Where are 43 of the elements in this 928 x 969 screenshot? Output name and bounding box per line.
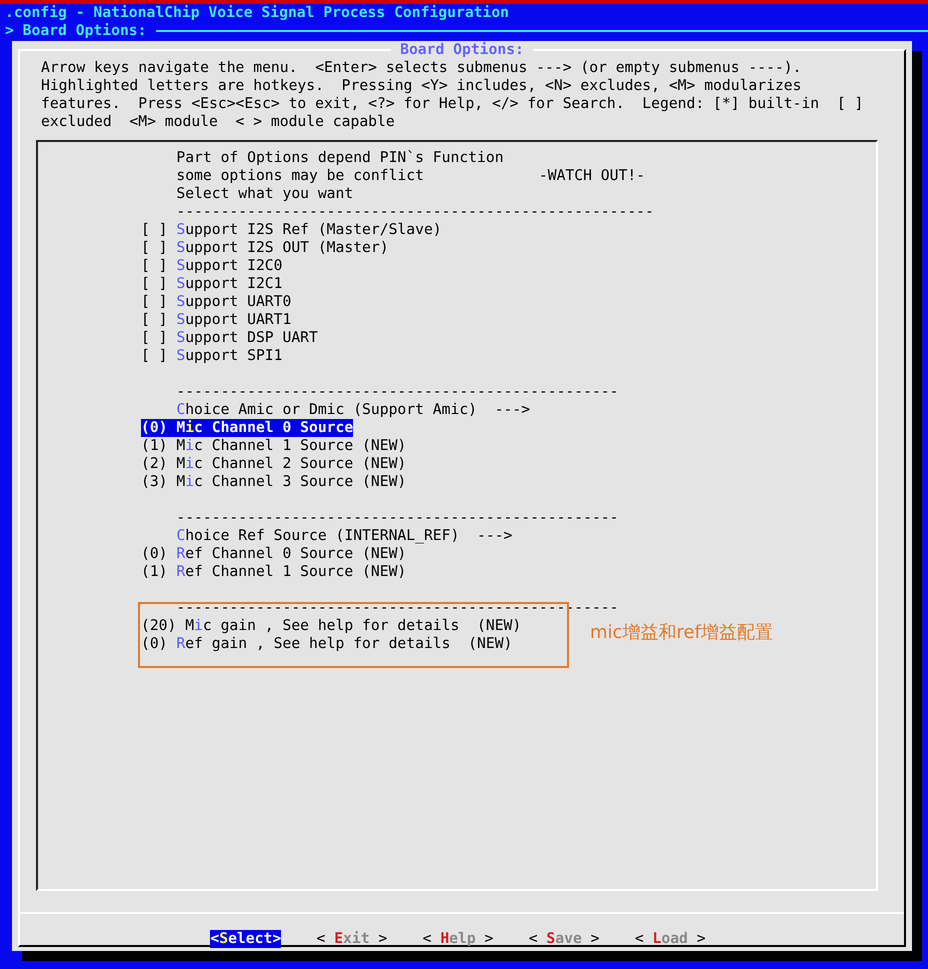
menu-button[interactable]: < Exit > xyxy=(316,930,388,948)
breadcrumb: > Board Options: xyxy=(4,22,146,40)
menu-item[interactable]: [ ] Support I2C0 xyxy=(141,257,282,275)
menu-item[interactable]: [ ] Support UART0 xyxy=(141,293,292,311)
menu-button[interactable]: < Help > xyxy=(422,930,494,948)
menu-item[interactable]: (0) Mic Channel 0 Source xyxy=(141,419,354,437)
warning-text: -WATCH OUT!- xyxy=(538,167,646,184)
menu-button[interactable]: < Save > xyxy=(528,930,600,948)
checkbox[interactable]: [ ] xyxy=(141,293,168,310)
info-text: some options may be conflict xyxy=(176,167,424,184)
checkbox[interactable]: [ ] xyxy=(141,329,168,346)
menu-item[interactable]: (0) Ref gain , See help for details (NEW) xyxy=(141,635,512,653)
dashed-separator: -------------------------------------------------- xyxy=(176,509,618,526)
dashed-separator: -------------------------------------------------- xyxy=(176,383,618,400)
menu-item[interactable]: (1) Mic Channel 1 Source (NEW) xyxy=(141,437,406,455)
checkbox[interactable]: [ ] xyxy=(141,239,168,256)
info-text: Part of Options depend PIN`s Function xyxy=(176,149,504,166)
window-title: .config - NationalChip Voice Signal Process Configuration xyxy=(4,4,510,22)
dialog-title: Board Options: xyxy=(391,41,533,59)
menu-item[interactable]: [ ] Support I2S OUT (Master) xyxy=(141,239,389,257)
menu-item[interactable]: [ ] Support I2C1 xyxy=(141,275,282,293)
menu-item[interactable]: (20) Mic gain , See help for details (NEW) xyxy=(141,617,522,635)
menu-item[interactable]: Choice Ref Source (INTERNAL_REF) ---> xyxy=(176,527,512,545)
help-text: Arrow keys navigate the menu. <Enter> selects submenus ---> (or empty submenus ----). Highlighted letters are hotkeys. Pressing <Y> includes, <N> excludes, <M> modularizes features. Press <Esc><Esc> to exit, <?> for Help, </> for Search. Legend: [*] built-in [ ] excluded <M> module < > module capable xyxy=(41,59,864,131)
annotation-text: mic增益和ref增益配置 xyxy=(590,621,773,645)
checkbox[interactable]: [ ] xyxy=(141,221,168,238)
checkbox[interactable]: [ ] xyxy=(141,311,168,328)
menu-item[interactable]: (1) Ref Channel 1 Source (NEW) xyxy=(141,563,406,581)
menu-item[interactable]: Choice Amic or Dmic (Support Amic) ---> xyxy=(176,401,530,419)
menu-item[interactable]: (3) Mic Channel 3 Source (NEW) xyxy=(141,473,406,491)
checkbox[interactable]: [ ] xyxy=(141,275,168,292)
menu-item[interactable]: (0) Ref Channel 0 Source (NEW) xyxy=(141,545,406,563)
menu-item[interactable]: [ ] Support DSP UART xyxy=(141,329,318,347)
menu-button[interactable]: < Load > xyxy=(634,930,706,948)
menu-item[interactable]: [ ] Support UART1 xyxy=(141,311,292,329)
menu-item[interactable]: (2) Mic Channel 2 Source (NEW) xyxy=(141,455,406,473)
menu-button[interactable]: <Select> xyxy=(210,930,282,948)
checkbox[interactable]: [ ] xyxy=(141,347,168,364)
menu-item[interactable]: [ ] Support I2S Ref (Master/Slave) xyxy=(141,221,442,239)
checkbox[interactable]: [ ] xyxy=(141,257,168,274)
menu-item[interactable]: [ ] Support SPI1 xyxy=(141,347,282,365)
dashed-separator: ------------------------------------------------------ xyxy=(176,203,654,220)
info-text: Select what you want xyxy=(176,185,354,202)
